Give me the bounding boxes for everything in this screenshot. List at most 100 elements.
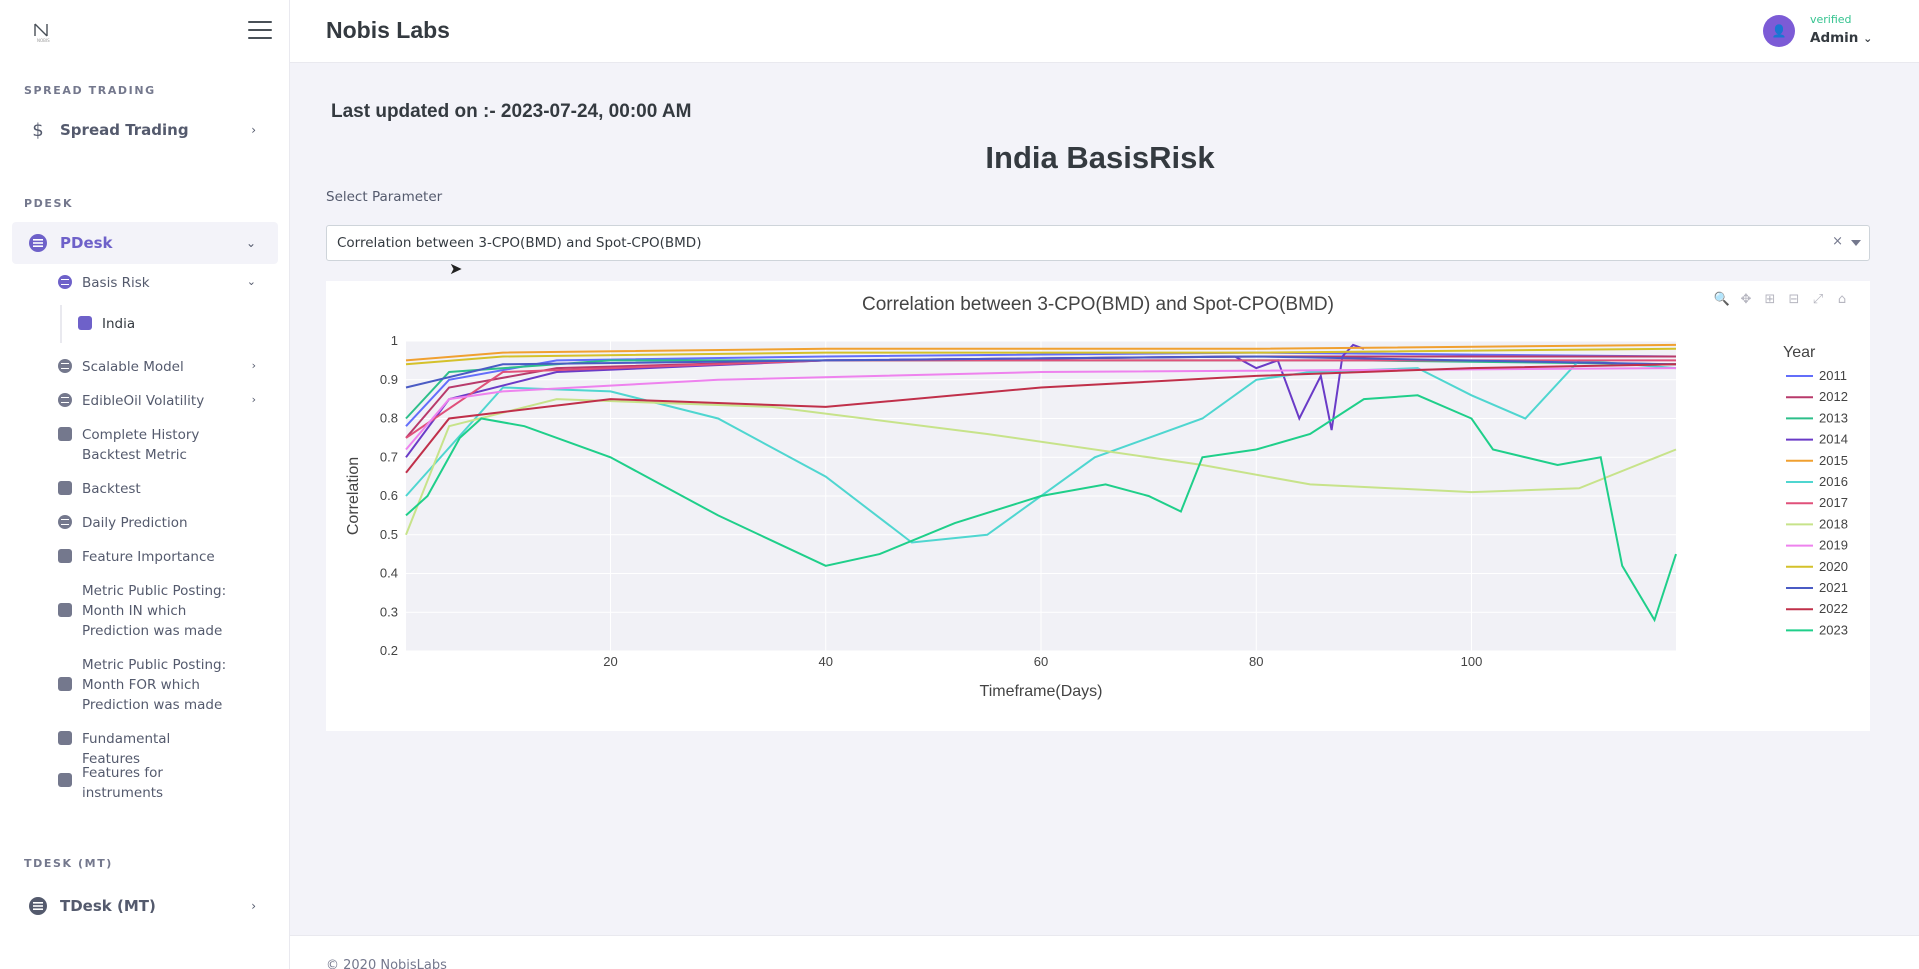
legend-label-2021: 2021 [1819,580,1848,595]
y-tick-label: 0.5 [380,527,398,542]
x-tick-label: 20 [603,654,617,669]
pdesk-icon [28,233,48,253]
svg-text:NOBIS: NOBIS [37,38,50,43]
brand-title: Nobis Labs [326,17,450,43]
sidebar: NOBIS SPREAD TRADING $ Spread Trading › … [0,0,290,969]
menu-title-pdesk: PDESK [24,197,74,210]
y-tick-label: 0.7 [380,449,398,464]
nav-india-label: India [102,316,136,332]
nav-metric-month-in[interactable]: Metric Public Posting: Month IN which Pr… [58,581,280,641]
nav-basis-risk-label: Basis Risk [82,275,150,291]
nav-metric-month-for[interactable]: Metric Public Posting: Month FOR which P… [58,655,280,715]
x-tick-label: 80 [1249,654,1263,669]
nav-spread-trading[interactable]: $ Spread Trading › [12,109,278,151]
chart-icon [78,316,92,330]
nav-feature-importance[interactable]: Feature Importance [58,547,280,567]
y-tick-label: 0.2 [380,643,398,658]
nav-scalable-model[interactable]: Scalable Model › [58,357,280,377]
chart-icon [58,773,72,787]
nav-feature-importance-label: Feature Importance [82,549,215,565]
autoscale-icon[interactable]: ⤢ [1810,291,1826,307]
legend-label-2017: 2017 [1819,495,1848,510]
footer: © 2020 NobisLabs [290,935,1919,969]
nav-scalable-model-label: Scalable Model [82,359,184,375]
edibleoil-icon [58,393,72,407]
chart-icon [58,677,72,691]
x-axis-label: Timeframe(Days) [980,683,1103,700]
zoom-icon[interactable]: 🔍 [1714,291,1730,307]
x-tick-label: 100 [1461,654,1483,669]
chart-card: 0.2 0.3 0.4 0.5 0.6 0.7 0.8 0.9 1 20 40 60 80 100 Corr… [326,281,1870,731]
chevron-down-icon: ⌄ [246,275,256,288]
nav-daily-prediction-label: Daily Prediction [82,515,188,531]
nav-basis-risk[interactable]: Basis Risk ⌄ [58,273,280,293]
chevron-right-icon: › [251,393,256,406]
nav-spread-trading-label: Spread Trading [60,121,189,139]
chevron-down-icon: ⌄ [245,236,256,250]
chevron-right-icon: › [251,899,256,913]
legend-label-2019: 2019 [1819,538,1848,553]
legend-label-2022: 2022 [1819,601,1848,616]
legend-label-2013: 2013 [1819,410,1848,425]
page-title: India BasisRisk [985,140,1215,175]
nav-backtest[interactable]: Backtest [58,479,280,499]
nav-metric-month-in-label: Metric Public Posting: Month IN which Pr… [82,583,227,639]
nav-edibleoil-volatility-label: EdibleOil Volatility [82,393,205,409]
zoom-in-icon[interactable]: ⊞ [1762,291,1778,307]
nav-tdesk[interactable]: TDesk (MT) › [12,885,278,927]
nav-pdesk-label: PDesk [60,234,113,252]
nav-complete-history[interactable]: Complete History Backtest Metric [58,425,280,465]
dropdown-arrow-icon[interactable] [1851,240,1861,246]
y-tick-label: 0.6 [380,488,398,503]
legend-label-2014: 2014 [1819,432,1848,447]
user-icon[interactable]: 👤 [1763,15,1795,47]
verified-status: verified [1810,13,1852,26]
document-icon [58,427,72,441]
legend-label-2023: 2023 [1819,622,1848,637]
nav-features-instruments-label: Features for instruments [82,765,164,801]
x-tick-label: 60 [1034,654,1048,669]
nav-india[interactable]: India [78,314,300,334]
y-tick-label: 0.3 [380,604,398,619]
legend-label-2015: 2015 [1819,453,1848,468]
menu-title-tdesk: TDESK (MT) [24,857,113,870]
nav-complete-history-label: Complete History Backtest Metric [82,427,200,463]
select-label: Select Parameter [326,189,443,205]
chart-modebar: 🔍 ✥ ⊞ ⊟ ⤢ ⌂ [1714,291,1850,307]
y-tick-label: 0.9 [380,372,398,387]
nav-features-instruments[interactable]: Features for instruments [58,763,280,803]
footer-text: © 2020 NobisLabs [326,958,447,969]
top-header: Nobis Labs 👤 verified Admin ⌄ [290,0,1919,63]
parameter-select[interactable]: Correlation between 3-CPO(BMD) and Spot-… [326,225,1870,261]
correlation-chart: 0.2 0.3 0.4 0.5 0.6 0.7 0.8 0.9 1 20 40 60 80 100 Corr… [345,294,1848,700]
pan-icon[interactable]: ✥ [1738,291,1754,307]
home-icon[interactable]: ⌂ [1834,291,1850,307]
chart-icon [58,549,72,563]
user-name: Admin [1810,30,1859,46]
user-menu[interactable]: Admin ⌄ [1810,30,1872,46]
legend-label-2012: 2012 [1819,389,1848,404]
y-tick-label: 0.8 [380,411,398,426]
select-value: Correlation between 3-CPO(BMD) and Spot-… [337,235,702,251]
dollar-icon: $ [32,119,44,141]
nav-pdesk[interactable]: PDesk ⌄ [12,222,278,264]
legend-label-2020: 2020 [1819,559,1848,574]
clear-icon[interactable]: × [1832,234,1843,249]
legend-label-2011: 2011 [1819,368,1847,383]
nav-backtest-label: Backtest [82,481,141,497]
y-axis-label: Correlation [345,457,362,535]
x-tick-label: 40 [819,654,833,669]
nav-daily-prediction[interactable]: Daily Prediction [58,513,280,533]
chevron-right-icon: › [251,359,256,372]
zoom-out-icon[interactable]: ⊟ [1786,291,1802,307]
submenu-line [60,305,62,343]
legend-label-2016: 2016 [1819,474,1848,489]
mouse-cursor-icon: ➤ [449,259,463,278]
nav-edibleoil-volatility[interactable]: EdibleOil Volatility › [58,391,280,411]
chart-icon [58,731,72,745]
chart-icon [58,481,72,495]
scalable-model-icon [58,359,72,373]
basis-risk-icon [58,275,72,289]
hamburger-icon[interactable] [248,21,272,41]
chevron-right-icon: › [251,123,256,137]
